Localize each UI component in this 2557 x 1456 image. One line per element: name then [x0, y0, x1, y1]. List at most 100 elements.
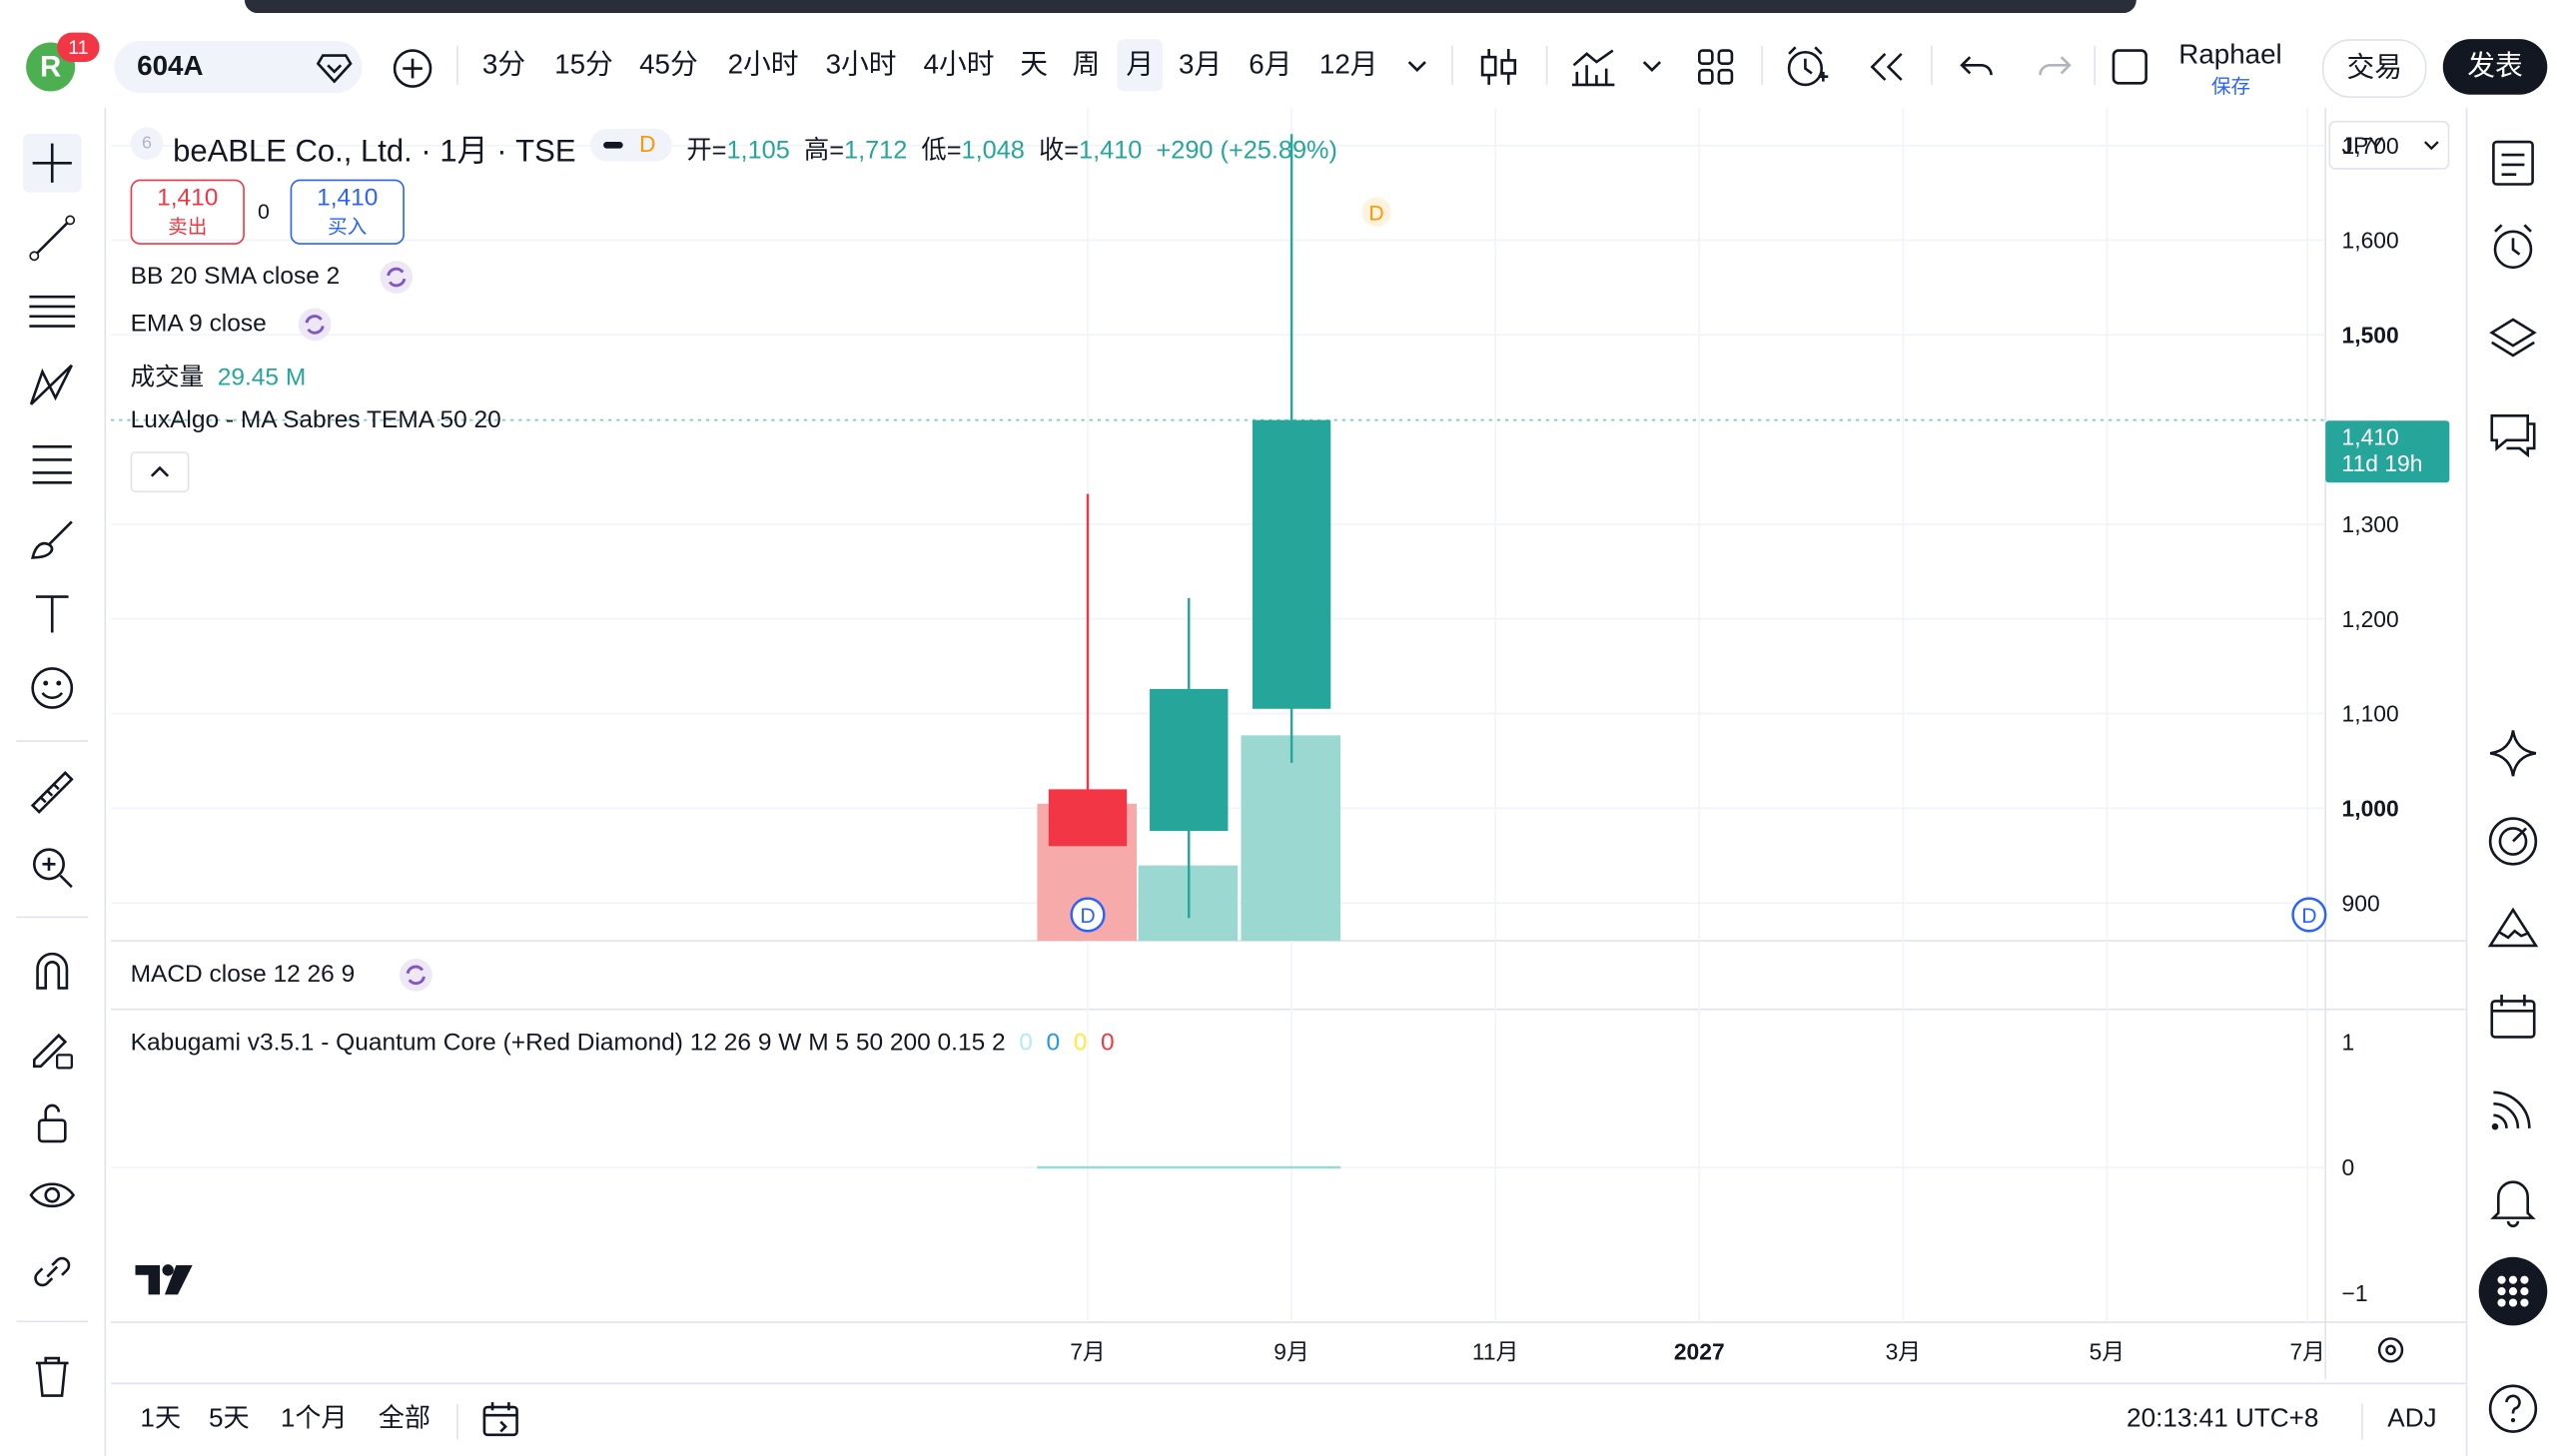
last-price-value: 1,410: [2341, 423, 2399, 450]
status-pill[interactable]: D: [590, 128, 672, 162]
currency-selector[interactable]: JPY: [2328, 120, 2450, 170]
chevron-up-icon: [150, 465, 170, 477]
fib-retracement-icon[interactable]: [23, 284, 82, 343]
fullscreen-square-icon[interactable]: [2111, 47, 2149, 86]
indicator-bb-label[interactable]: BB 20 SMA close 2: [131, 263, 341, 291]
chevron-down-icon[interactable]: [1402, 56, 1431, 79]
interval-week[interactable]: 周: [1064, 39, 1110, 91]
sparkle-icon[interactable]: [2484, 724, 2543, 783]
alerts-clock-icon[interactable]: [2484, 219, 2543, 278]
trash-icon[interactable]: [23, 1347, 82, 1406]
eye-icon[interactable]: [23, 1167, 82, 1226]
range-1m[interactable]: 1个月: [281, 1400, 348, 1439]
ruler-icon[interactable]: [23, 763, 82, 822]
ideas-mountain-icon[interactable]: [2484, 900, 2543, 959]
symbol-label[interactable]: 604A: [137, 41, 203, 93]
kabugami-label: Kabugami v3.5.1 - Quantum Core (+Red Dia…: [130, 1029, 1006, 1057]
interval-4h[interactable]: 4小时: [913, 39, 1004, 91]
interval-2h[interactable]: 2小时: [717, 39, 808, 91]
kabugami-value: 0: [1073, 1029, 1088, 1057]
emoji-icon[interactable]: [23, 659, 82, 718]
collapse-legend-button[interactable]: [130, 451, 190, 493]
indicator-ema-label[interactable]: EMA 9 close: [131, 310, 267, 338]
calendar-icon[interactable]: [2484, 988, 2543, 1047]
chart-canvas[interactable]: 7月 9月 11月 2027 3月 5月 7月1,7001,6001,5001,3001,2…: [111, 107, 2466, 1383]
interval-day[interactable]: 天: [1011, 39, 1057, 91]
replay-icon[interactable]: [1866, 47, 1908, 86]
price-axis-tick: 900: [2342, 890, 2380, 916]
sell-button[interactable]: 1,410 卖出: [130, 179, 245, 245]
layout-name[interactable]: Raphael: [2178, 39, 2281, 72]
low-value: 1,048: [961, 137, 1025, 165]
loading-refresh-icon: [400, 959, 432, 992]
crosshair-icon[interactable]: [22, 133, 82, 193]
clock-timezone[interactable]: 20:13:41 UTC+8: [2127, 1400, 2318, 1439]
stream-feed-icon[interactable]: [2484, 1080, 2543, 1138]
kabugami-value: 0: [1019, 1029, 1033, 1057]
unlock-icon[interactable]: [23, 1092, 82, 1151]
change-value: +290 (+25.89%): [1156, 137, 1337, 165]
interval-3h[interactable]: 3小时: [815, 39, 906, 91]
text-tool-icon[interactable]: [23, 584, 82, 643]
tradingview-logo-icon: [135, 1264, 193, 1295]
buy-button[interactable]: 1,410 买入: [290, 179, 405, 245]
interval-3month[interactable]: 3月: [1171, 39, 1230, 91]
range-1d[interactable]: 1天: [140, 1400, 181, 1439]
redo-icon[interactable]: [2032, 47, 2074, 86]
time-axis-label: 7月: [1070, 1339, 1106, 1365]
indicators-icon[interactable]: [1569, 46, 1618, 88]
zoom-in-icon[interactable]: [23, 838, 82, 897]
interval-3m[interactable]: 3分: [472, 39, 534, 91]
notifications-bell-icon[interactable]: [2484, 1170, 2543, 1229]
range-all[interactable]: 全部: [379, 1400, 430, 1439]
interval-12month[interactable]: 12月: [1311, 39, 1386, 91]
watchlist-icon[interactable]: [2484, 134, 2543, 193]
goto-date-icon[interactable]: [479, 1399, 521, 1441]
layers-icon[interactable]: [2484, 310, 2543, 368]
target-icon[interactable]: [2484, 812, 2543, 871]
forecast-icon[interactable]: [23, 433, 82, 492]
loading-refresh-icon: [298, 308, 332, 342]
alert-clock-icon[interactable]: [1784, 44, 1830, 90]
layout-grid-icon[interactable]: [1696, 47, 1735, 86]
apps-grid-icon[interactable]: [2478, 1256, 2548, 1326]
chevron-down-icon[interactable]: [1637, 56, 1666, 79]
chat-icon[interactable]: [2484, 404, 2543, 463]
candle-body: [1150, 688, 1229, 832]
link-icon[interactable]: [23, 1242, 82, 1301]
price-axis-tick: 1,600: [2342, 228, 2399, 254]
axis-settings-icon: [2377, 1337, 2404, 1363]
lock-drawing-icon[interactable]: [23, 1018, 82, 1077]
trade-button[interactable]: 交易: [2321, 39, 2427, 98]
symbol-title[interactable]: beABLE Co., Ltd. · 1月 · TSE: [173, 127, 575, 171]
dividend-event-label: D: [2301, 905, 2316, 928]
pattern-icon[interactable]: [23, 359, 82, 417]
top-toolbar: R 11 604A 3分 15分 45分 2小时 3小时 4小时 天 周 月 3…: [0, 23, 2557, 108]
left-drawing-toolbar: [0, 107, 107, 1456]
high-value: 1,712: [843, 137, 908, 165]
add-compare-icon[interactable]: [392, 47, 433, 89]
indicator-luxalgo-label[interactable]: LuxAlgo - MA Sabres TEMA 50 20: [131, 406, 501, 434]
brush-icon[interactable]: [23, 508, 82, 567]
save-label[interactable]: 保存: [2211, 72, 2250, 100]
trend-line-icon[interactable]: [23, 209, 82, 268]
help-icon[interactable]: [2484, 1379, 2543, 1438]
time-axis-label: 5月: [2090, 1339, 2126, 1365]
diamond-icon[interactable]: [316, 51, 353, 84]
candle-body: [1252, 419, 1331, 709]
open-label: 开=: [686, 137, 727, 165]
interval-15m[interactable]: 15分: [548, 39, 620, 91]
interval-45m[interactable]: 45分: [632, 39, 704, 91]
adjust-toggle[interactable]: ADJ: [2387, 1400, 2436, 1439]
volume-indicator[interactable]: 成交量 29.45 M: [131, 359, 307, 392]
magnet-icon[interactable]: [23, 943, 82, 1002]
interval-6month[interactable]: 6月: [1240, 39, 1301, 91]
publish-button[interactable]: 发表: [2442, 39, 2548, 95]
undo-icon[interactable]: [1957, 47, 1999, 86]
candles-chart-type-icon[interactable]: [1476, 46, 1522, 88]
open-value: 1,105: [726, 137, 790, 165]
kabugami-pane-label[interactable]: Kabugami v3.5.1 - Quantum Core (+Red Dia…: [131, 1029, 1115, 1057]
macd-pane-label[interactable]: MACD close 12 26 9: [131, 961, 356, 989]
interval-month[interactable]: 月: [1117, 39, 1164, 92]
range-5d[interactable]: 5天: [209, 1400, 250, 1439]
